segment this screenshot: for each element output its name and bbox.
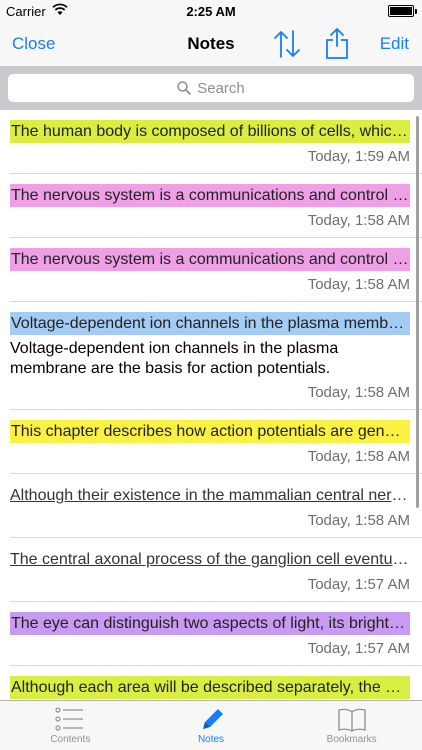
page-title: Notes bbox=[187, 34, 235, 53]
notes-list[interactable]: The human body is composed of billions o… bbox=[0, 110, 422, 700]
pencil-icon bbox=[203, 709, 223, 729]
note-item[interactable]: The eye can distinguish two aspects of l… bbox=[10, 602, 422, 666]
note-highlight-text: This chapter describes how action potent… bbox=[10, 420, 410, 443]
sort-icon[interactable] bbox=[272, 28, 302, 60]
note-timestamp: Today, 1:59 AM bbox=[307, 148, 410, 165]
search-icon bbox=[177, 81, 192, 95]
note-highlight-text: Voltage-dependent ion channels in the pl… bbox=[10, 312, 410, 335]
tab-label: Bookmarks bbox=[326, 734, 377, 745]
note-highlight-text: Although their existence in the mammalia… bbox=[10, 487, 410, 504]
note-highlight-text: The eye can distinguish two aspects of l… bbox=[10, 612, 410, 635]
search-input[interactable]: Search bbox=[8, 74, 414, 102]
note-highlight-text: The human body is composed of billions o… bbox=[10, 120, 410, 143]
note-timestamp: Today, 1:58 AM bbox=[307, 448, 410, 465]
tab-label: Contents bbox=[50, 734, 91, 745]
status-bar: Carrier 2:25 AM bbox=[0, 0, 422, 22]
note-highlight-text: Although each area will be described sep… bbox=[10, 676, 410, 699]
tab-label: Notes bbox=[197, 734, 225, 745]
tab-contents[interactable]: Contents bbox=[0, 701, 141, 750]
edit-button[interactable]: Edit bbox=[380, 34, 409, 54]
note-highlight-text: The nervous system is a communications a… bbox=[10, 248, 410, 271]
close-button[interactable]: Close bbox=[12, 34, 55, 54]
note-timestamp: Today, 1:58 AM bbox=[307, 384, 410, 401]
search-bar: Search bbox=[0, 66, 422, 110]
share-icon[interactable] bbox=[324, 26, 350, 60]
note-item[interactable]: Although their existence in the mammalia… bbox=[10, 474, 422, 538]
note-item[interactable]: This chapter describes how action potent… bbox=[10, 410, 422, 474]
search-placeholder: Search bbox=[197, 79, 245, 97]
battery-icon bbox=[388, 5, 417, 17]
note-timestamp: Today, 1:58 AM bbox=[307, 512, 410, 529]
note-timestamp: Today, 1:57 AM bbox=[307, 576, 410, 593]
note-item[interactable]: The central axonal process of the gangli… bbox=[10, 538, 422, 602]
tab-bar: Contents Notes Bookmarks bbox=[0, 700, 422, 750]
note-item[interactable]: The nervous system is a communications a… bbox=[10, 238, 422, 302]
note-timestamp: Today, 1:57 AM bbox=[307, 640, 410, 657]
scroll-indicator bbox=[416, 116, 419, 508]
note-item[interactable]: The nervous system is a communications a… bbox=[10, 174, 422, 238]
book-icon bbox=[338, 708, 366, 732]
status-time: 2:25 AM bbox=[186, 4, 236, 19]
list-icon bbox=[55, 707, 84, 731]
tab-notes[interactable]: Notes bbox=[141, 701, 282, 750]
note-highlight-text: The central axonal process of the gangli… bbox=[10, 551, 410, 568]
note-item[interactable]: The human body is composed of billions o… bbox=[10, 110, 422, 174]
note-timestamp: Today, 1:58 AM bbox=[307, 212, 410, 229]
note-item[interactable]: Although each area will be described sep… bbox=[10, 666, 422, 700]
note-body-text: Voltage-dependent ion channels in the pl… bbox=[10, 340, 339, 377]
note-timestamp: Today, 1:58 AM bbox=[307, 276, 410, 293]
tab-bookmarks[interactable]: Bookmarks bbox=[281, 701, 422, 750]
note-item[interactable]: Voltage-dependent ion channels in the pl… bbox=[10, 302, 422, 410]
note-highlight-text: The nervous system is a communications a… bbox=[10, 184, 410, 207]
navigation-bar: Close Notes Edit bbox=[0, 22, 422, 66]
